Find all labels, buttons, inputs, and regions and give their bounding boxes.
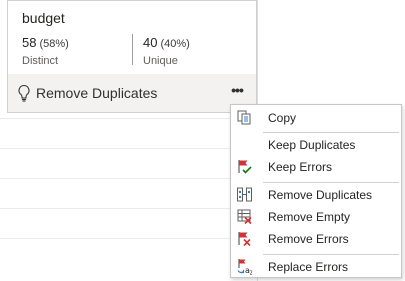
menu-item-label: Copy — [268, 111, 297, 125]
menu-item-remove-duplicates[interactable]: Remove Duplicates — [231, 184, 401, 206]
menu-separator — [263, 132, 399, 133]
suggestion-footer[interactable]: Remove Duplicates ••• — [8, 74, 256, 112]
menu-separator — [263, 254, 399, 255]
menu-item-copy[interactable]: Copy — [231, 107, 401, 129]
grid-line — [0, 178, 230, 179]
distinct-count: 58 — [22, 35, 37, 50]
menu-item-keep-duplicates[interactable]: Keep Duplicates — [231, 134, 401, 156]
unique-count: 40 — [143, 35, 158, 50]
menu-separator — [263, 182, 399, 183]
svg-text:2: 2 — [250, 271, 253, 276]
stat-divider — [132, 34, 133, 65]
copy-icon — [237, 110, 251, 125]
menu-item-label: Replace Errors — [268, 260, 349, 274]
context-menu: Copy Keep Duplicates Keep Errors Remove … — [230, 104, 402, 278]
grid-line — [0, 208, 230, 209]
menu-item-remove-empty[interactable]: Remove Empty — [231, 206, 401, 228]
column-name: budget — [22, 10, 65, 26]
menu-item-label: Keep Errors — [268, 160, 333, 174]
remove-duplicates-icon — [237, 187, 252, 202]
distinct-label: Distinct — [22, 55, 59, 67]
unique-percent: (40%) — [160, 38, 190, 50]
menu-item-label: Remove Duplicates — [268, 188, 373, 202]
remove-errors-icon — [238, 232, 251, 247]
distinct-stat: 58 (58%) Distinct — [22, 34, 69, 67]
menu-item-replace-errors[interactable]: a 2 Replace Errors — [231, 256, 401, 278]
menu-item-keep-errors[interactable]: Keep Errors — [231, 156, 401, 178]
grid-line — [0, 118, 230, 119]
grid-line — [0, 148, 230, 149]
unique-label: Unique — [143, 55, 178, 67]
replace-errors-icon: a 2 — [237, 259, 253, 276]
remove-empty-icon — [237, 209, 252, 225]
lightbulb-icon — [18, 84, 30, 102]
menu-item-label: Remove Errors — [268, 232, 349, 246]
unique-stat: 40 (40%) Unique — [143, 34, 190, 67]
more-options-button[interactable]: ••• — [227, 83, 247, 101]
menu-item-label: Keep Duplicates — [268, 138, 356, 152]
grid-line — [0, 238, 230, 239]
suggestion-label[interactable]: Remove Duplicates — [36, 85, 157, 101]
menu-item-label: Remove Empty — [268, 210, 351, 224]
menu-item-remove-errors[interactable]: Remove Errors — [231, 228, 401, 250]
column-profile-card: budget 58 (58%) Distinct 40 (40%) Unique R… — [7, 0, 257, 113]
distinct-percent: (58%) — [39, 38, 69, 50]
keep-errors-icon — [238, 160, 252, 174]
